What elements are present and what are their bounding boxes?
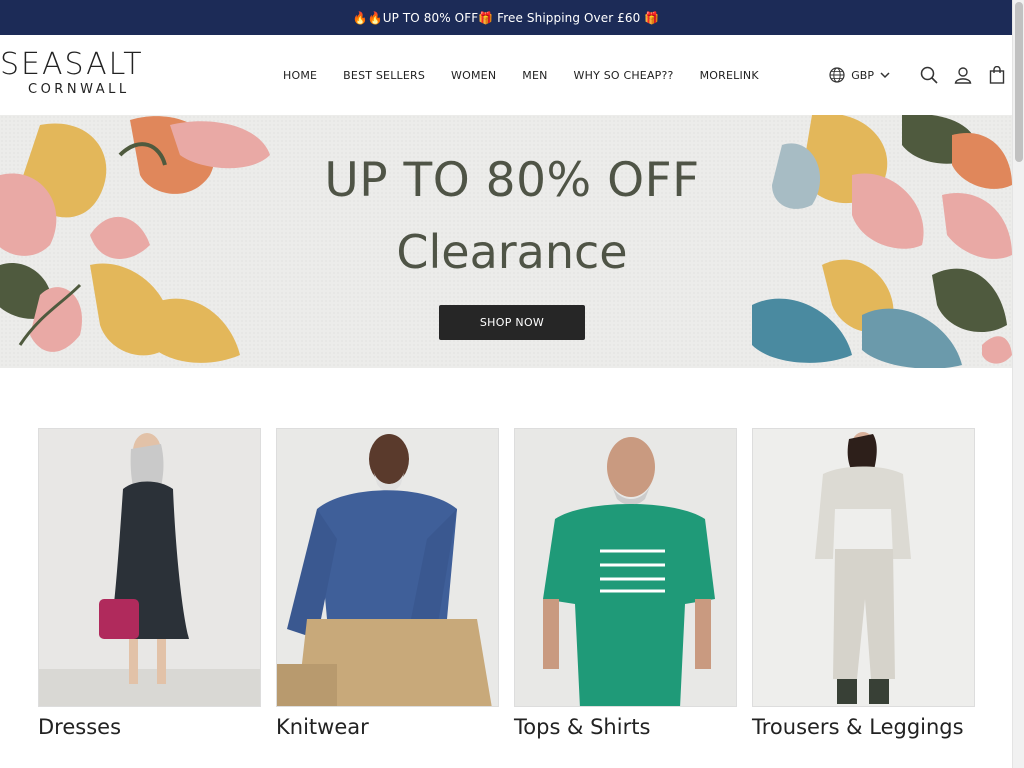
main-nav: HOME BEST SELLERS WOMEN MEN WHY SO CHEAP… [270, 35, 772, 115]
user-icon [954, 67, 972, 84]
category-label-dresses[interactable]: Dresses [38, 715, 261, 739]
model-photo-dresses [39, 429, 260, 706]
announcement-text: 🔥🔥UP TO 80% OFF🎁 Free Shipping Over £60 … [352, 10, 660, 25]
globe-icon [829, 67, 845, 83]
category-label-trousers-leggings[interactable]: Trousers & Leggings [752, 715, 975, 739]
category-image-knitwear[interactable] [276, 428, 499, 707]
nav-home[interactable]: HOME [283, 69, 317, 82]
model-photo-trousers-leggings [753, 429, 974, 706]
nav-morelink[interactable]: MORELINK [700, 69, 759, 82]
search-icon [920, 66, 938, 84]
account-button[interactable] [952, 64, 974, 86]
nav-women[interactable]: WOMEN [451, 69, 496, 82]
category-image-dresses[interactable] [38, 428, 261, 707]
logo-line1: SEASALT [0, 47, 144, 82]
model-photo-knitwear [277, 429, 498, 706]
logo-line2: CORNWALL [28, 82, 130, 97]
bag-icon [989, 66, 1005, 84]
page-scrollbar[interactable] [1012, 0, 1024, 768]
header-tools: GBP [829, 35, 1012, 115]
category-label-tops-shirts[interactable]: Tops & Shirts [514, 715, 737, 739]
cart-button[interactable] [986, 64, 1008, 86]
announcement-bar: 🔥🔥UP TO 80% OFF🎁 Free Shipping Over £60 … [0, 0, 1012, 35]
hero-headline: UP TO 80% OFF [324, 153, 700, 208]
chevron-down-icon [880, 72, 890, 79]
category-label-knitwear[interactable]: Knitwear [276, 715, 499, 739]
scrollbar-thumb[interactable] [1015, 2, 1023, 162]
currency-selector[interactable]: GBP [829, 67, 896, 83]
hero-subheadline: Clearance [396, 225, 628, 279]
model-photo-tops-shirts [515, 429, 736, 706]
shop-now-button[interactable]: SHOP NOW [439, 305, 585, 340]
search-button[interactable] [918, 64, 940, 86]
site-logo[interactable]: SEASALT CORNWALL [0, 49, 152, 101]
category-grid: Dresses Knitwear Tops & Shirts Trousers … [38, 428, 975, 739]
hero-banner: UP TO 80% OFF Clearance SHOP NOW [0, 115, 1012, 368]
category-card-tops-shirts[interactable]: Tops & Shirts [514, 428, 737, 739]
site-header: SEASALT CORNWALL HOME BEST SELLERS WOMEN… [0, 35, 1012, 115]
currency-label: GBP [851, 68, 874, 82]
category-card-knitwear[interactable]: Knitwear [276, 428, 499, 739]
nav-best-sellers[interactable]: BEST SELLERS [343, 69, 425, 82]
category-card-dresses[interactable]: Dresses [38, 428, 261, 739]
nav-men[interactable]: MEN [522, 69, 547, 82]
nav-why-so-cheap[interactable]: WHY SO CHEAP?? [574, 69, 674, 82]
category-card-trousers-leggings[interactable]: Trousers & Leggings [752, 428, 975, 739]
category-image-trousers-leggings[interactable] [752, 428, 975, 707]
category-image-tops-shirts[interactable] [514, 428, 737, 707]
